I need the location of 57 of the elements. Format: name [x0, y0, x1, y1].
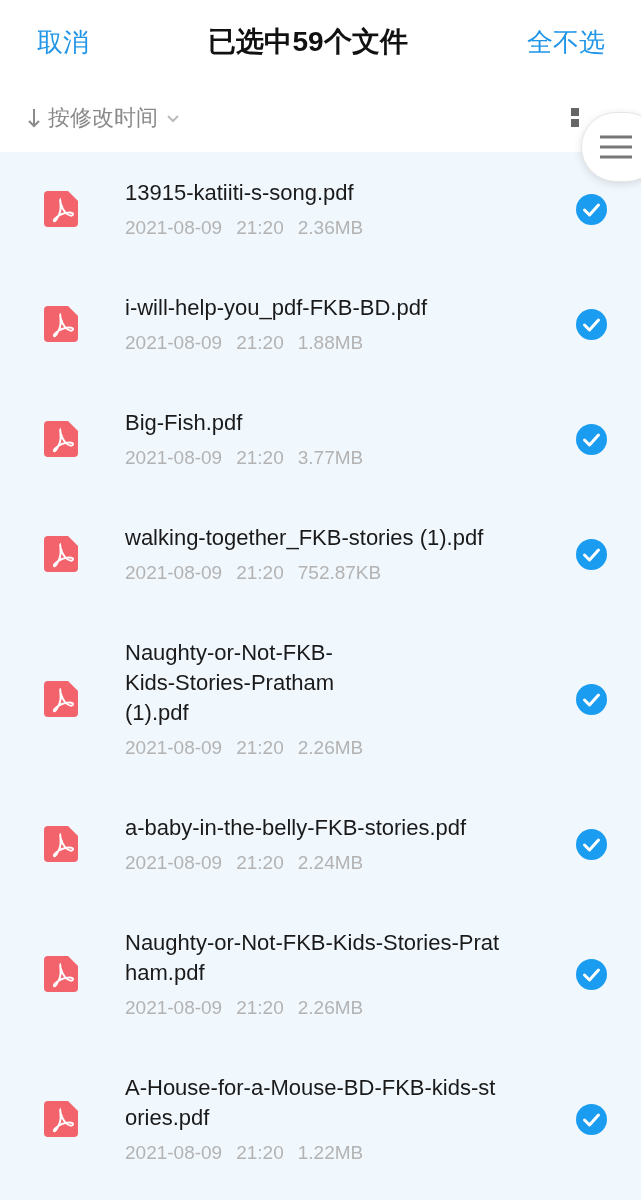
cancel-button[interactable]: 取消: [37, 24, 89, 60]
file-time: 21:20: [236, 736, 284, 760]
checked-icon[interactable]: [576, 828, 607, 860]
sort-button[interactable]: 按修改时间: [28, 103, 180, 133]
checked-icon[interactable]: [576, 538, 607, 570]
checked-icon[interactable]: [576, 1103, 607, 1135]
file-name: 13915-katiiti-s-song.pdf: [125, 179, 355, 207]
chevron-down-icon: [166, 113, 180, 123]
file-name: Naughty-or-Not-FKB-Kids-Stories-Prat ham.pdf: [125, 929, 501, 987]
file-name: Big-Fish.pdf: [125, 409, 244, 437]
pdf-file-icon: [44, 191, 78, 227]
file-date: 2021-08-09: [125, 996, 223, 1020]
file-size: 2.26MB: [297, 996, 364, 1020]
file-size: 1.22MB: [297, 1141, 364, 1165]
file-time: 21:20: [236, 561, 284, 585]
checked-icon[interactable]: [576, 193, 607, 225]
checked-icon[interactable]: [576, 958, 607, 990]
menu-button[interactable]: [581, 112, 641, 182]
checked-icon[interactable]: [576, 308, 607, 340]
file-size: 752.87KB: [297, 561, 382, 585]
file-name: walking-together_FKB-stories (1).pdf: [125, 524, 485, 552]
down-arrow-icon: [28, 108, 40, 128]
file-name: i-will-help-you_pdf-FKB-BD.pdf: [125, 294, 428, 322]
file-name: Naughty-or-Not-FKB- Kids-Stories-Pratham (1).pdf: [125, 639, 336, 727]
file-date: 2021-08-09: [125, 1141, 223, 1165]
file-size: 2.26MB: [297, 736, 364, 760]
pdf-file-icon: [44, 681, 78, 717]
file-date: 2021-08-09: [125, 561, 223, 585]
file-size: 2.36MB: [297, 216, 364, 240]
grid-view-icon[interactable]: [571, 108, 579, 128]
file-date: 2021-08-09: [125, 851, 223, 875]
file-size: 2.24MB: [297, 851, 364, 875]
file-date: 2021-08-09: [125, 446, 223, 470]
pdf-file-icon: [44, 536, 78, 572]
deselect-all-button[interactable]: 全不选: [527, 24, 605, 60]
file-size: 1.88MB: [297, 331, 364, 355]
pdf-file-icon: [44, 421, 78, 457]
pdf-file-icon: [44, 956, 78, 992]
file-time: 21:20: [236, 1141, 284, 1165]
file-date: 2021-08-09: [125, 736, 223, 760]
file-time: 21:20: [236, 446, 284, 470]
file-size: 3.77MB: [297, 446, 364, 470]
file-time: 21:20: [236, 851, 284, 875]
menu-icon: [600, 135, 632, 159]
file-time: 21:20: [236, 996, 284, 1020]
file-time: 21:20: [236, 331, 284, 355]
checked-icon[interactable]: [576, 423, 607, 455]
page-title: 已选中59个文件: [208, 25, 408, 59]
pdf-file-icon: [44, 826, 78, 862]
file-time: 21:20: [236, 216, 284, 240]
file-name: a-baby-in-the-belly-FKB-stories.pdf: [125, 814, 468, 842]
file-name: A-House-for-a-Mouse-BD-FKB-kids-st ories.pdf: [125, 1074, 497, 1132]
pdf-file-icon: [44, 306, 78, 342]
file-date: 2021-08-09: [125, 331, 223, 355]
checked-icon[interactable]: [576, 683, 607, 715]
pdf-file-icon: [44, 1101, 78, 1137]
file-date: 2021-08-09: [125, 216, 223, 240]
